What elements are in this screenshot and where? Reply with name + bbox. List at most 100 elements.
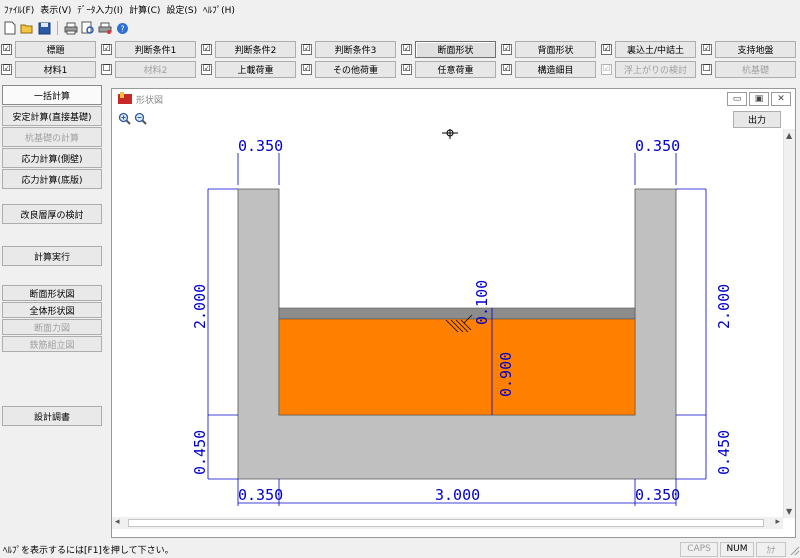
run-calc-button[interactable]: 計算実行 — [2, 246, 102, 266]
judgment3-button[interactable]: 判断条件3 — [315, 40, 396, 58]
zoom-bar — [112, 110, 795, 129]
zoom-out-icon[interactable] — [134, 112, 147, 128]
surcharge-button[interactable]: 上載荷重 — [215, 60, 296, 78]
section-drawing: 0.350 0.350 0.350 3.000 0.350 2.000 2.00… — [191, 129, 733, 506]
condition-row-2: ☑ 材料1 ☐ 材料2 ☑ 上載荷重 ☑ その他荷重 ☑ 任意荷重 ☑ 構造細目 ☑ 浮上がり… — [0, 59, 800, 79]
left-panel: 一括計算 安定計算(直接基礎) 杭基礎の計算 応力計算(側壁) 応力計算(底版)… — [0, 82, 106, 537]
scroll-up-icon[interactable]: ▲ — [786, 131, 792, 140]
condition-row-1: ☑ 標題 ☑ 判断条件1 ☑ 判断条件2 ☑ 判断条件3 ☑ 断面形状 ☑ 背面形状 ☑ 裏込… — [0, 39, 800, 59]
batch-calc-button[interactable]: 一括計算 — [2, 85, 102, 105]
checkbox-back-shape[interactable]: ☑ — [501, 43, 512, 55]
dim-right-height: 2.000 — [715, 284, 733, 329]
window-app-icon — [118, 92, 132, 107]
menu-bar: ﾌｧｲﾙ(F) 表示(V) ﾃﾞｰﾀ入力(I) 計算(C) 設定(S) ﾍﾙﾌﾟ… — [0, 0, 800, 18]
full-view-button[interactable]: 全体形状図 — [2, 302, 102, 318]
checkbox-section-shape[interactable]: ☑ — [401, 43, 412, 55]
dim-fill-height: 0.900 — [497, 352, 515, 397]
center-marker — [442, 129, 458, 139]
menu-help[interactable]: ﾍﾙﾌﾟ(H) — [203, 3, 241, 16]
stress-base-button[interactable]: 応力計算(底版) — [2, 169, 102, 189]
checkbox-pile-foundation[interactable]: ☐ — [701, 63, 712, 75]
num-indicator: NUM — [720, 541, 754, 557]
toolbar: ? — [0, 18, 800, 38]
print-icon[interactable] — [64, 21, 78, 35]
toolbar-separator — [57, 21, 58, 35]
checkbox-judgment2[interactable]: ☑ — [201, 43, 212, 55]
zoom-in-icon[interactable] — [118, 112, 131, 128]
dim-bottom-right: 0.350 — [635, 486, 680, 504]
checkbox-surcharge[interactable]: ☑ — [201, 63, 212, 75]
resize-grip-icon[interactable] — [788, 542, 800, 556]
support-ground-button[interactable]: 支持地盤 — [715, 40, 796, 58]
checkbox-backfill[interactable]: ☑ — [601, 43, 612, 55]
dim-right-base: 0.450 — [715, 430, 733, 475]
dim-pavement-thickness: 0.100 — [473, 280, 491, 325]
structure-detail-button[interactable]: 構造細目 — [515, 60, 596, 78]
menu-file[interactable]: ﾌｧｲﾙ(F) — [4, 3, 40, 16]
section-shape-button[interactable]: 断面形状 — [415, 40, 496, 58]
horizontal-scroll-thumb[interactable] — [128, 519, 764, 527]
judgment1-button[interactable]: 判断条件1 — [115, 40, 196, 58]
checkbox-judgment1[interactable]: ☑ — [101, 43, 112, 55]
close-icon[interactable]: ✕ — [771, 92, 791, 106]
stability-calc-button[interactable]: 安定計算(直接基礎) — [2, 106, 102, 126]
menu-view[interactable]: 表示(V) — [40, 3, 77, 16]
application-window: ﾌｧｲﾙ(F) 表示(V) ﾃﾞｰﾀ入力(I) 計算(C) 設定(S) ﾍﾙﾌﾟ… — [0, 0, 800, 558]
window-title-bar: 形状図 ▭ ▣ ✕ — [112, 89, 795, 110]
caps-indicator: CAPS — [680, 541, 718, 557]
rebar-view-button: 鉄筋組立図 — [2, 336, 102, 352]
pavement-layer — [278, 307, 636, 320]
save-icon[interactable] — [37, 21, 51, 35]
material1-button[interactable]: 材料1 — [15, 60, 96, 78]
scroll-down-icon[interactable]: ▼ — [786, 507, 792, 516]
checkbox-uplift: ☑ — [601, 63, 612, 75]
design-report-button[interactable]: 設計調書 — [2, 406, 102, 426]
print-preview-icon[interactable] — [81, 21, 95, 35]
checkbox-structure-detail[interactable]: ☑ — [501, 63, 512, 75]
judgment2-button[interactable]: 判断条件2 — [215, 40, 296, 58]
material2-button: 材料2 — [115, 60, 196, 78]
checkbox-material2[interactable]: ☐ — [101, 63, 112, 75]
new-file-icon[interactable] — [3, 21, 17, 35]
arbitrary-load-button[interactable]: 任意荷重 — [415, 60, 496, 78]
checkbox-support-ground[interactable]: ☑ — [701, 43, 712, 55]
dim-top-left-width: 0.350 — [238, 137, 283, 155]
svg-text:?: ? — [120, 24, 124, 33]
help-icon[interactable]: ? — [115, 21, 129, 35]
other-load-button[interactable]: その他荷重 — [315, 60, 396, 78]
dim-bottom-left: 0.350 — [238, 486, 283, 504]
backfill-button[interactable]: 裏込土/中詰土 — [615, 40, 696, 58]
dim-left-height: 2.000 — [191, 284, 209, 329]
status-bar: ﾍﾙﾌﾟを表示するには[F1]を押して下さい。 CAPS NUM ｶﾅ — [0, 540, 800, 558]
menu-data-input[interactable]: ﾃﾞｰﾀ入力(I) — [77, 3, 129, 16]
output-button[interactable]: 出力 — [733, 111, 781, 128]
printer-setup-icon[interactable] — [98, 21, 112, 35]
checkbox-other-load[interactable]: ☑ — [301, 63, 312, 75]
section-view-button[interactable]: 断面形状図 — [2, 285, 102, 301]
force-view-button: 断面力図 — [2, 319, 102, 335]
menu-calc[interactable]: 計算(C) — [129, 3, 166, 16]
checkbox-arbitrary-load[interactable]: ☑ — [401, 63, 412, 75]
window-title: 形状図 — [136, 96, 164, 106]
open-folder-icon[interactable] — [20, 21, 34, 35]
minimize-icon[interactable]: ▭ — [727, 92, 747, 106]
scroll-left-icon[interactable]: ◂ — [115, 517, 120, 527]
scroll-right-icon[interactable]: ▸ — [775, 517, 780, 527]
pile-calc-button: 杭基礎の計算 — [2, 127, 102, 147]
checkbox-judgment3[interactable]: ☑ — [301, 43, 312, 55]
uplift-check-button: 浮上がりの検討 — [615, 60, 696, 78]
pile-foundation-button: 杭基礎 — [715, 60, 796, 78]
horizontal-scrollbar[interactable]: ◂ ▸ — [112, 517, 783, 529]
menu-settings[interactable]: 設定(S) — [166, 3, 203, 16]
kana-indicator: ｶﾅ — [756, 541, 786, 557]
drawing-canvas[interactable]: 0.350 0.350 0.350 3.000 0.350 2.000 2.00… — [112, 129, 783, 518]
back-shape-button[interactable]: 背面形状 — [515, 40, 596, 58]
title-button[interactable]: 標題 — [15, 40, 96, 58]
maximize-icon[interactable]: ▣ — [749, 92, 769, 106]
stress-wall-button[interactable]: 応力計算(側壁) — [2, 148, 102, 168]
vertical-scrollbar[interactable]: ▲ ▼ — [783, 129, 795, 518]
checkbox-title[interactable]: ☑ — [1, 43, 12, 55]
checkbox-material1[interactable]: ☑ — [1, 63, 12, 75]
improve-layer-button[interactable]: 改良層厚の検討 — [2, 204, 102, 224]
input-condition-grid: ☑ 標題 ☑ 判断条件1 ☑ 判断条件2 ☑ 判断条件3 ☑ 断面形状 ☑ 背面形状 ☑ 裏込… — [0, 39, 800, 79]
